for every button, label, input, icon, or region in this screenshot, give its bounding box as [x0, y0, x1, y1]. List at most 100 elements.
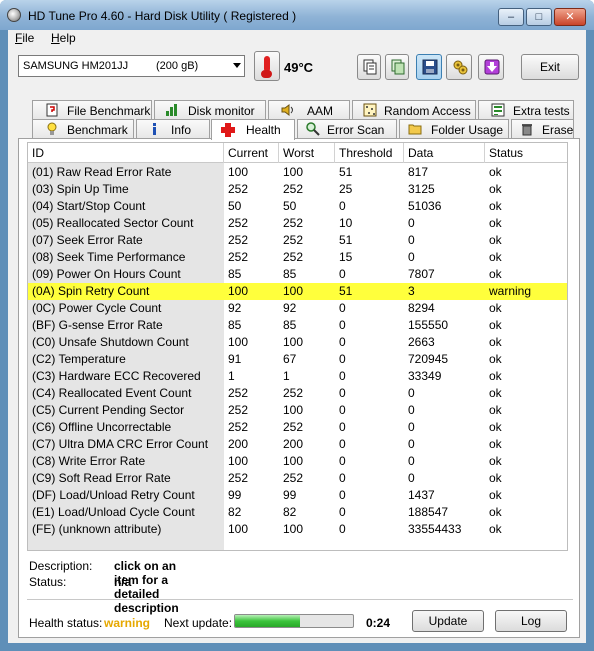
smart-table[interactable]: ID Current Worst Threshold Data Status (… [27, 142, 568, 551]
table-row[interactable]: (01) Raw Read Error Rate 100 100 51 817 ok [28, 164, 567, 181]
status-row: Status: n/a [29, 575, 131, 589]
col-header-current[interactable]: Current [224, 143, 279, 163]
copy-text-button[interactable] [357, 54, 381, 80]
tab-extra-tests[interactable]: Extra tests [478, 100, 574, 120]
cell-status: ok [489, 335, 502, 349]
table-row[interactable]: (05) Reallocated Sector Count 252 252 10 0 ok [28, 215, 567, 232]
log-button[interactable]: Log [495, 610, 567, 632]
cell-id: (09) Power On Hours Count [32, 267, 181, 281]
col-header-worst[interactable]: Worst [279, 143, 335, 163]
table-row[interactable]: (FE) (unknown attribute) 100 100 0 33554433 o… [28, 521, 567, 538]
cell-status: ok [489, 318, 502, 332]
cell-current: 91 [228, 352, 242, 366]
table-row[interactable]: (C5) Current Pending Sector 252 100 0 0 ok [28, 402, 567, 419]
table-row[interactable]: (09) Power On Hours Count 85 85 0 7807 ok [28, 266, 567, 283]
options-button[interactable] [446, 54, 472, 80]
menu-help[interactable]: Help [51, 31, 76, 45]
table-row[interactable]: (07) Seek Error Rate 252 252 51 0 ok [28, 232, 567, 249]
down-arrow-icon [484, 59, 500, 75]
table-row[interactable]: (C2) Temperature 91 67 0 720945 ok [28, 351, 567, 368]
cell-id: (05) Reallocated Sector Count [32, 216, 194, 230]
menu-bar: File Help [8, 30, 586, 48]
cell-status: ok [489, 250, 502, 264]
cell-id: (C2) Temperature [32, 352, 126, 366]
cell-data: 3125 [408, 182, 435, 196]
cell-threshold: 0 [339, 386, 346, 400]
download-button[interactable] [478, 54, 504, 80]
progress-fill [235, 615, 300, 627]
table-row[interactable]: (04) Start/Stop Count 50 50 0 51036 ok [28, 198, 567, 215]
copy-screenshot-button[interactable] [385, 54, 409, 80]
cell-status: ok [489, 369, 502, 383]
tab-disk-monitor[interactable]: Disk monitor [154, 100, 266, 120]
cell-current: 92 [228, 301, 242, 315]
cell-status: ok [489, 522, 502, 536]
cell-worst: 85 [283, 318, 297, 332]
table-row[interactable]: (0A) Spin Retry Count 100 100 51 3 warning [28, 283, 567, 300]
table-row[interactable]: (E1) Load/Unload Cycle Count 82 82 0 188547 o… [28, 504, 567, 521]
cell-current: 252 [228, 182, 249, 196]
cell-status: ok [489, 454, 502, 468]
tab-label: File Benchmark [67, 104, 151, 118]
table-row[interactable]: (C3) Hardware ECC Recovered 1 1 0 33349 ok [28, 368, 567, 385]
table-row[interactable]: (BF) G-sense Error Rate 85 85 0 155550 ok [28, 317, 567, 334]
cell-threshold: 0 [339, 335, 346, 349]
col-header-status[interactable]: Status [485, 143, 567, 163]
title-bar[interactable]: HD Tune Pro 4.60 - Hard Disk Utility ( R… [0, 0, 594, 30]
cell-worst: 252 [283, 216, 304, 230]
cell-id: (03) Spin Up Time [32, 182, 129, 196]
cell-data: 0 [408, 454, 415, 468]
tab-info[interactable]: Info [136, 119, 210, 139]
tab-label: Erase [542, 123, 574, 137]
exit-button[interactable]: Exit [521, 54, 579, 80]
table-row[interactable]: (C4) Reallocated Event Count 252 252 0 0 ok [28, 385, 567, 402]
close-button[interactable]: ✕ [554, 8, 586, 26]
drive-select[interactable]: SAMSUNG HM201JJ (200 gB) [18, 55, 245, 77]
table-row[interactable]: (0C) Power Cycle Count 92 92 0 8294 ok [28, 300, 567, 317]
table-row[interactable]: (DF) Load/Unload Retry Count 99 99 0 1437 ok [28, 487, 567, 504]
col-header-threshold[interactable]: Threshold [335, 143, 404, 163]
cell-worst: 50 [283, 199, 297, 213]
cell-data: 0 [408, 216, 415, 230]
table-row[interactable]: (C6) Offline Uncorrectable 252 252 0 0 ok [28, 419, 567, 436]
cell-id: (C6) Offline Uncorrectable [32, 420, 172, 434]
cell-worst: 100 [283, 403, 304, 417]
tab-folder-usage[interactable]: Folder Usage [399, 119, 509, 139]
table-row[interactable]: (C7) Ultra DMA CRC Error Count 200 200 0 0 ok [28, 436, 567, 453]
cell-current: 252 [228, 420, 249, 434]
tab-random-access[interactable]: Random Access [352, 100, 476, 120]
drive-name: SAMSUNG HM201JJ [23, 60, 129, 72]
speaker-icon [281, 104, 293, 116]
col-header-data[interactable]: Data [404, 143, 485, 163]
update-button[interactable]: Update [412, 610, 484, 632]
cell-status: ok [489, 420, 502, 434]
table-row[interactable]: (C0) Unsafe Shutdown Count 100 100 0 2663 ok [28, 334, 567, 351]
minimize-button[interactable]: – [498, 8, 524, 26]
maximize-button[interactable]: □ [526, 8, 552, 26]
table-row[interactable]: (C8) Write Error Rate 100 100 0 0 ok [28, 453, 567, 470]
tab-health[interactable]: Health [211, 119, 295, 140]
tab-aam[interactable]: AAM [268, 100, 350, 120]
col-header-id[interactable]: ID [28, 143, 224, 163]
tab-error-scan[interactable]: Error Scan [297, 119, 397, 139]
cell-id: (DF) Load/Unload Retry Count [32, 488, 195, 502]
cell-threshold: 0 [339, 488, 346, 502]
table-row[interactable]: (C9) Soft Read Error Rate 252 252 0 0 ok [28, 470, 567, 487]
cell-status: ok [489, 301, 502, 315]
cell-current: 85 [228, 318, 242, 332]
tab-erase[interactable]: Erase [511, 119, 574, 139]
temperature-button[interactable] [254, 51, 280, 81]
save-button[interactable] [416, 54, 442, 80]
table-row[interactable]: (03) Spin Up Time 252 252 25 3125 ok [28, 181, 567, 198]
temperature-readout: 49°C [284, 60, 314, 75]
cell-current: 252 [228, 216, 249, 230]
table-row[interactable]: (08) Seek Time Performance 252 252 15 0 ok [28, 249, 567, 266]
cell-id: (C5) Current Pending Sector [32, 403, 185, 417]
cell-threshold: 15 [339, 250, 353, 264]
cell-worst: 92 [283, 301, 297, 315]
cell-id: (C4) Reallocated Event Count [32, 386, 192, 400]
menu-file[interactable]: File [15, 31, 34, 45]
tab-benchmark[interactable]: Benchmark [32, 119, 134, 139]
folder-icon [408, 124, 422, 135]
tab-file-benchmark[interactable]: File Benchmark [32, 100, 152, 120]
